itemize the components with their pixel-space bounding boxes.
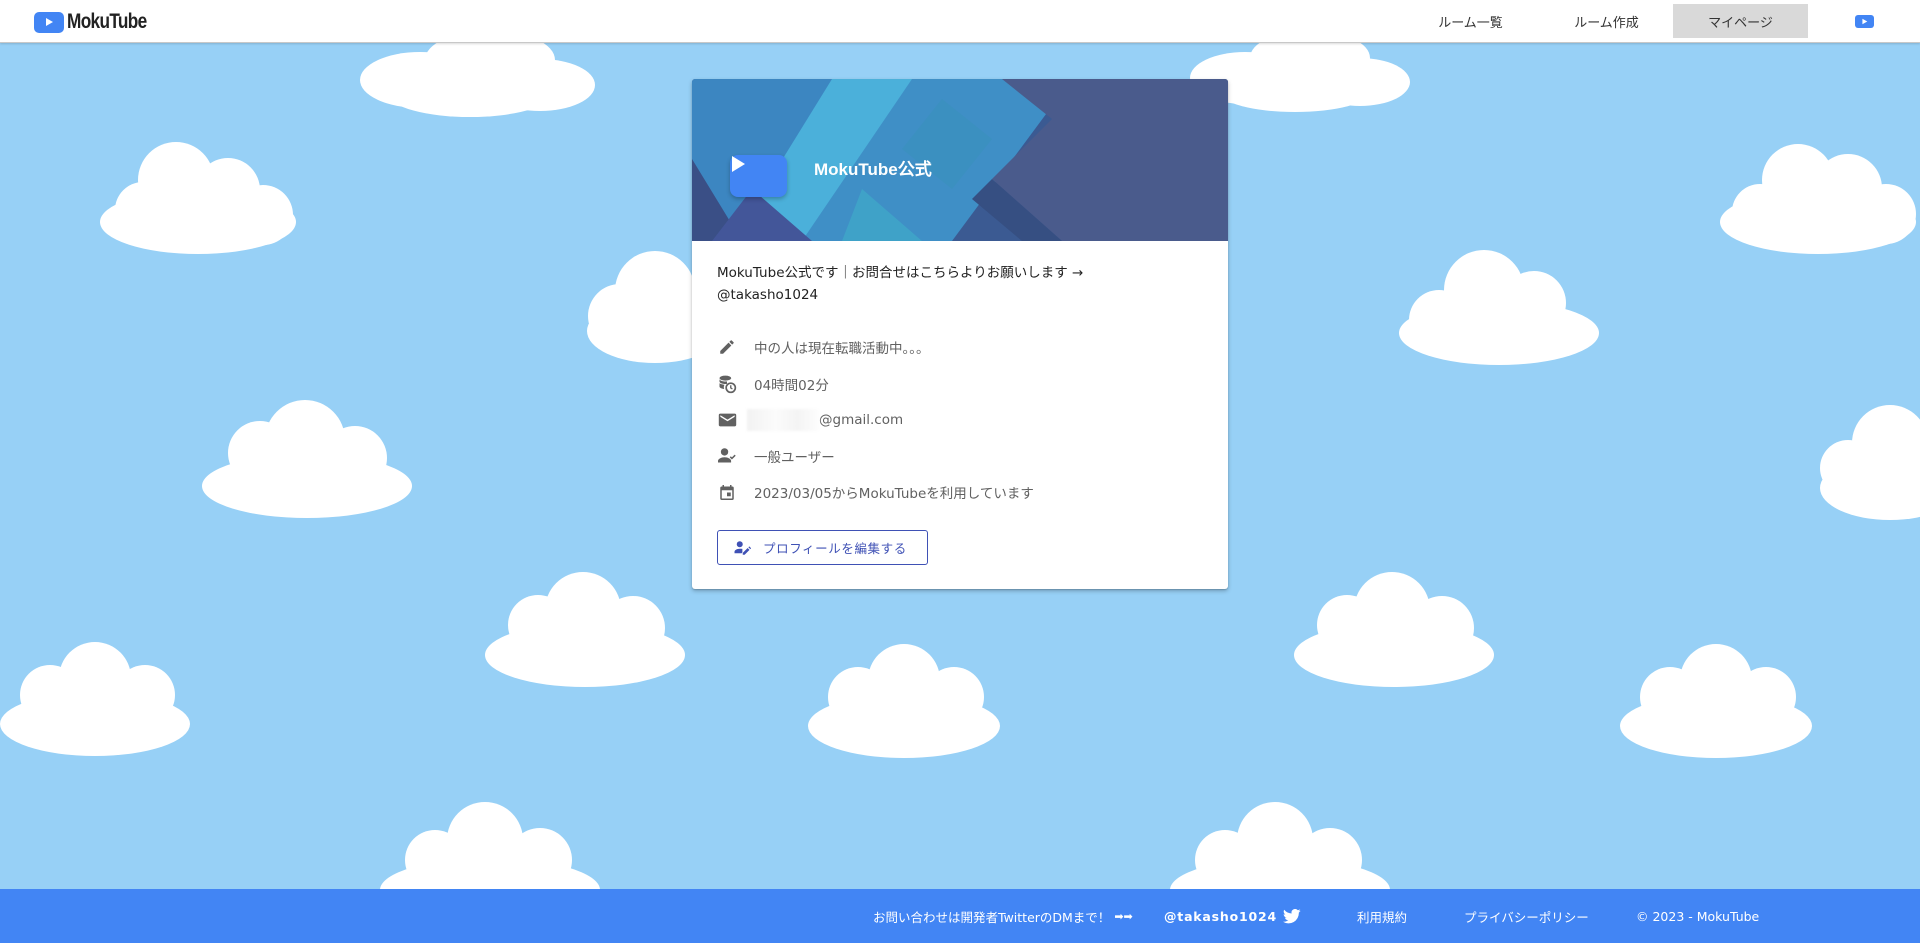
play-icon	[732, 156, 745, 172]
app-header: MokuTube ルーム一覧 ルーム作成 マイページ	[0, 0, 1920, 43]
logo-text: MokuTube	[67, 10, 147, 33]
footer-terms-link[interactable]: 利用規約	[1357, 889, 1407, 943]
edit-profile-label: プロフィールを編集する	[763, 541, 907, 556]
profile-banner: MokuTube公式	[692, 79, 1228, 241]
info-status: 中の人は現在転職活動中。。。	[717, 335, 930, 359]
app-footer: お問い合わせは開発者TwitterのDMまで！ ➡➡ @takasho1024 …	[0, 889, 1920, 943]
account-edit-icon	[733, 539, 752, 561]
twitter-icon	[1282, 908, 1301, 923]
nav-room-create[interactable]: ルーム作成	[1539, 4, 1674, 38]
play-icon	[34, 11, 64, 33]
bio-line: MokuTube公式です｜お問合せはこちらよりお願いします →	[717, 265, 1084, 281]
footer-contact-text: お問い合わせは開発者TwitterのDMまで！ ➡➡	[873, 909, 1133, 925]
app-logo[interactable]: MokuTube	[34, 10, 164, 34]
role-text: 一般ユーザー	[754, 450, 835, 466]
info-total-time: 04時間02分	[717, 372, 829, 396]
status-text: 中の人は現在転職活動中。。。	[754, 341, 930, 357]
info-role: 一般ユーザー	[717, 444, 835, 468]
email-text: @gmail.com	[747, 409, 903, 431]
nav-mypage[interactable]: マイページ	[1673, 4, 1808, 38]
since-text: 2023/03/05からMokuTubeを利用しています	[754, 486, 1034, 502]
footer-copyright: © 2023 - MokuTube	[1636, 908, 1760, 924]
cloud-shape	[360, 40, 595, 117]
database-clock-icon	[717, 374, 737, 394]
channel-avatar	[730, 155, 787, 197]
info-since: 2023/03/05からMokuTubeを利用しています	[717, 480, 1034, 504]
email-redacted	[747, 409, 819, 431]
nav-room-list[interactable]: ルーム一覧	[1403, 4, 1538, 38]
bio-twitter-link[interactable]: @takasho1024	[717, 284, 1197, 306]
info-email: @gmail.com	[717, 408, 903, 432]
footer-twitter-link[interactable]: @takasho1024	[1164, 889, 1301, 943]
edit-profile-button[interactable]: プロフィールを編集する	[717, 530, 928, 565]
arrow-right-icon: ➡➡	[1114, 909, 1133, 923]
profile-name: MokuTube公式	[814, 160, 932, 179]
profile-card: MokuTube公式 MokuTube公式です｜お問合せはこちらよりお願いします…	[692, 79, 1228, 589]
calendar-icon	[717, 482, 737, 502]
profile-bio: MokuTube公式です｜お問合せはこちらよりお願いします → @takasho…	[717, 262, 1197, 306]
mail-icon	[717, 410, 737, 430]
total-time-text: 04時間02分	[754, 378, 829, 394]
youtube-icon[interactable]	[1855, 15, 1874, 28]
footer-privacy-link[interactable]: プライバシーポリシー	[1464, 889, 1589, 943]
pencil-icon	[717, 337, 737, 357]
person-icon	[717, 446, 737, 466]
